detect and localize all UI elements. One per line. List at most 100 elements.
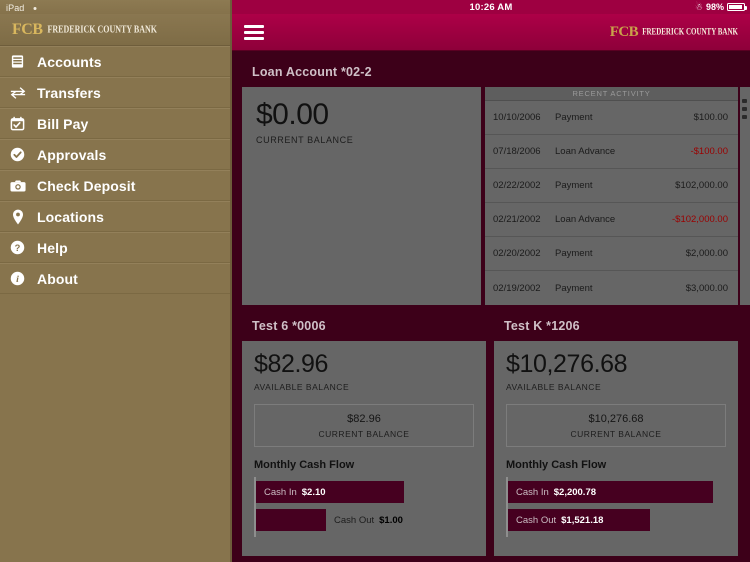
cash-out-label: Cash Out bbox=[516, 514, 557, 526]
cash-out-value: $1,521.18 bbox=[561, 514, 604, 526]
info-circle-icon: i bbox=[9, 270, 26, 287]
bluetooth-icon: ☃ bbox=[694, 1, 703, 12]
card-title: Loan Account *02-2 bbox=[252, 65, 372, 79]
transaction-amount: $100.00 bbox=[693, 112, 728, 123]
sidebar-item-help[interactable]: ? Help bbox=[0, 232, 230, 263]
cash-in-label: Cash In bbox=[264, 486, 297, 498]
transaction-date: 02/22/2002 bbox=[493, 180, 541, 191]
transaction-description: Payment bbox=[555, 112, 593, 123]
account-card-test6[interactable]: Test 6 *0006 $82.96 AVAILABLE BALANCE $8… bbox=[242, 315, 486, 556]
status-right-group: ☃ 98% bbox=[694, 0, 747, 14]
brand-name: Frederick County Bank bbox=[642, 26, 738, 38]
top-navigation-bar: FCB Frederick County Bank bbox=[232, 14, 750, 51]
brand-abbr: FCB bbox=[609, 23, 639, 40]
brand-abbr: FCB bbox=[12, 20, 43, 38]
app-screen: iPad FCB Frederick County Bank Accounts … bbox=[0, 0, 750, 562]
brand-name: Frederick County Bank bbox=[47, 23, 158, 36]
transaction-date: 02/20/2002 bbox=[493, 248, 541, 259]
available-balance-label: AVAILABLE BALANCE bbox=[254, 382, 350, 392]
transaction-amount: -$102,000.00 bbox=[672, 214, 728, 225]
balance-text-sliver bbox=[742, 99, 747, 103]
cash-in-value: $2.10 bbox=[301, 486, 326, 498]
accounts-icon bbox=[9, 53, 26, 70]
transaction-description: Loan Advance bbox=[555, 214, 616, 225]
current-balance-amount: $10,276.68 bbox=[588, 412, 644, 425]
balance-text-sliver bbox=[742, 107, 747, 111]
transaction-date: 10/10/2006 bbox=[493, 112, 541, 123]
svg-text:?: ? bbox=[15, 243, 21, 253]
cash-out-bar: Cash Out $1,521.18 bbox=[508, 509, 650, 531]
table-row[interactable]: 02/22/2002 Payment $102,000.00 bbox=[485, 169, 738, 203]
sidebar-item-about[interactable]: i About bbox=[0, 263, 230, 294]
transaction-amount: $2,000.00 bbox=[685, 248, 728, 259]
card-title bbox=[740, 61, 750, 87]
transaction-amount: $102,000.00 bbox=[675, 180, 728, 191]
sidebar-item-label: About bbox=[37, 270, 78, 287]
available-balance-amount: $82.96 bbox=[254, 350, 329, 378]
cash-in-bar: Cash In $2,200.78 bbox=[508, 481, 713, 503]
table-row[interactable]: 07/18/2006 Loan Advance -$100.00 bbox=[485, 135, 738, 169]
sidebar-item-label: Check Deposit bbox=[37, 177, 136, 194]
current-balance-label: CURRENT BALANCE bbox=[570, 428, 662, 439]
cash-out-bar-row: Cash Out $1,521.18 bbox=[508, 509, 726, 531]
account-card-body: $10,276.68 AVAILABLE BALANCE $10,276.68 … bbox=[494, 341, 738, 556]
account-card-body bbox=[740, 87, 750, 305]
device-name: iPad bbox=[6, 2, 25, 13]
battery-percent: 98% bbox=[705, 2, 724, 12]
table-row[interactable]: 10/10/2006 Payment $100.00 bbox=[485, 101, 738, 135]
main-content: 10:26 AM ☃ 98% FCB Frederick County Bank… bbox=[232, 0, 750, 562]
status-time: 10:26 AM bbox=[469, 1, 513, 13]
table-row[interactable]: 02/21/2002 Loan Advance -$102,000.00 bbox=[485, 203, 738, 237]
transaction-date: 02/19/2002 bbox=[493, 282, 541, 294]
hamburger-menu-icon[interactable] bbox=[244, 24, 264, 40]
sidebar-item-transfers[interactable]: Transfers bbox=[0, 77, 230, 108]
transaction-amount: $3,000.00 bbox=[685, 282, 728, 294]
billpay-calendar-icon bbox=[9, 115, 26, 132]
current-balance-box: $10,276.68 CURRENT BALANCE bbox=[506, 404, 726, 447]
sidebar-item-check-deposit[interactable]: Check Deposit bbox=[0, 170, 230, 201]
loan-account-card[interactable]: Loan Account *02-2 $0.00 CURRENT BALANCE… bbox=[242, 61, 738, 305]
loan-balance-amount: $0.00 bbox=[256, 98, 329, 131]
chart-bars: Cash In $2,200.78 Cash Out $1,521.18 bbox=[508, 477, 726, 537]
table-row[interactable]: 02/20/2002 Payment $2,000.00 bbox=[485, 237, 738, 271]
sidebar-item-label: Approvals bbox=[37, 146, 107, 163]
transaction-date: 07/18/2006 bbox=[493, 146, 541, 157]
account-cards-row: Test 6 *0006 $82.96 AVAILABLE BALANCE $8… bbox=[242, 315, 750, 556]
sidebar-item-accounts[interactable]: Accounts bbox=[0, 46, 230, 77]
cash-in-value: $2,200.78 bbox=[553, 486, 597, 498]
chart-bars: Cash In $2.10 Cash Out $1.00 bbox=[256, 477, 474, 537]
sidebar-item-bill-pay[interactable]: Bill Pay bbox=[0, 108, 230, 139]
cash-in-bar-row: Cash In $2,200.78 bbox=[508, 481, 726, 503]
table-row[interactable]: 02/19/2002 Payment $3,000.00 bbox=[485, 271, 738, 305]
ios-status-bar: 10:26 AM ☃ 98% bbox=[232, 0, 750, 14]
transaction-description: Payment bbox=[555, 282, 593, 294]
cash-out-value: $1.00 bbox=[379, 514, 403, 526]
loan-balance-panel: $0.00 CURRENT BALANCE bbox=[242, 87, 485, 305]
camera-icon bbox=[9, 177, 26, 194]
wifi-icon bbox=[29, 3, 40, 12]
transaction-date: 02/21/2002 bbox=[493, 214, 541, 225]
cash-out-label: Cash Out bbox=[334, 514, 375, 526]
account-card-partial-offscreen[interactable] bbox=[740, 61, 750, 305]
transaction-amount: -$100.00 bbox=[690, 146, 728, 157]
accounts-dashboard: Loan Account *02-2 $0.00 CURRENT BALANCE… bbox=[232, 51, 750, 562]
cash-in-bar: Cash In $2.10 bbox=[256, 481, 404, 503]
battery-icon bbox=[727, 3, 747, 11]
cashflow-chart: Cash In $2.10 Cash Out $1.00 bbox=[254, 477, 474, 537]
sidebar-item-label: Transfers bbox=[37, 84, 101, 101]
cashflow-chart: Cash In $2,200.78 Cash Out $1,521.18 bbox=[506, 477, 726, 537]
available-balance-label: AVAILABLE BALANCE bbox=[506, 382, 602, 392]
transaction-description: Payment bbox=[555, 248, 593, 259]
current-balance-label: CURRENT BALANCE bbox=[318, 428, 410, 439]
account-card-testk[interactable]: Test K *1206 $10,276.68 AVAILABLE BALANC… bbox=[494, 315, 738, 556]
question-circle-icon: ? bbox=[9, 239, 26, 256]
cash-out-labels: Cash Out $1.00 bbox=[334, 515, 403, 526]
cash-in-label: Cash In bbox=[516, 486, 549, 498]
sidebar-item-locations[interactable]: Locations bbox=[0, 201, 230, 232]
sidebar-item-label: Help bbox=[37, 239, 68, 256]
available-balance-amount: $10,276.68 bbox=[506, 350, 628, 378]
current-balance-amount: $82.96 bbox=[347, 412, 381, 425]
sidebar-menu: iPad FCB Frederick County Bank Accounts … bbox=[0, 0, 232, 562]
transfers-icon bbox=[9, 84, 26, 101]
sidebar-item-approvals[interactable]: Approvals bbox=[0, 139, 230, 170]
